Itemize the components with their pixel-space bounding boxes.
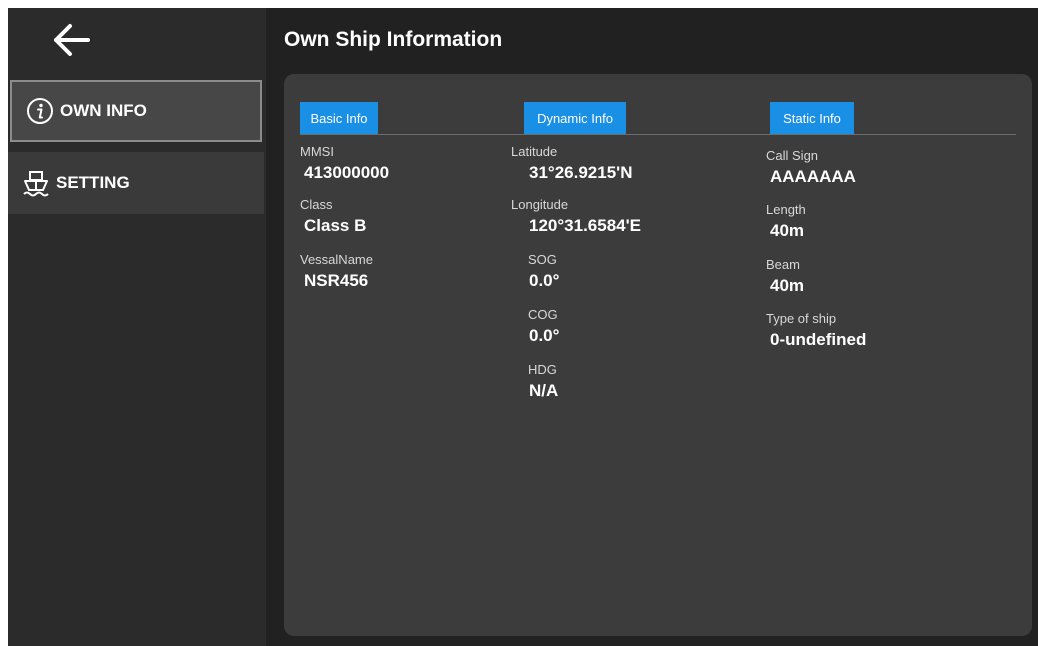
sidebar: OWN INFO SETTING xyxy=(8,8,266,646)
ship-type-field: Type of ship 0-undefined xyxy=(766,311,866,351)
field-label: VessalName xyxy=(300,252,373,267)
field-value: NSR456 xyxy=(304,271,369,290)
field-label: Call Sign xyxy=(766,148,819,163)
field-label: Length xyxy=(766,202,806,217)
field-value: 120°31.6584'E xyxy=(529,216,641,235)
field-value: 0-undefined xyxy=(770,330,867,349)
info-panel: Basic Info Dynamic Info Static Info MMSI… xyxy=(284,74,1032,636)
field-value: 413000000 xyxy=(304,163,390,182)
class-field: Class Class B xyxy=(300,197,366,237)
field-label: Latitude xyxy=(511,144,558,159)
page-title: Own Ship Information xyxy=(284,28,503,51)
field-value: 0.0° xyxy=(529,271,560,290)
sidebar-item-setting[interactable]: SETTING xyxy=(8,152,264,214)
mmsi-field: MMSI 413000000 xyxy=(300,144,389,184)
cog-field: COG 0.0° xyxy=(528,307,559,347)
field-value: 40m xyxy=(770,276,805,295)
sidebar-item-own-info[interactable]: OWN INFO xyxy=(10,80,262,142)
longitude-field: Longitude 120°31.6584'E xyxy=(511,197,641,237)
field-label: SOG xyxy=(528,252,557,267)
sidebar-item-label: OWN INFO xyxy=(60,101,147,120)
field-value: 40m xyxy=(770,221,805,240)
vessel-name-field: VessalName NSR456 xyxy=(300,252,373,292)
field-label: Class xyxy=(300,197,333,212)
field-value: AAAAAAA xyxy=(770,167,856,186)
beam-field: Beam 40m xyxy=(766,257,804,297)
field-value: 31°26.9215'N xyxy=(529,163,633,182)
field-label: COG xyxy=(528,307,558,322)
static-info-header: Static Info xyxy=(770,102,854,134)
field-value: 0.0° xyxy=(529,326,560,345)
length-field: Length 40m xyxy=(766,202,806,242)
call-sign-field: Call Sign AAAAAAA xyxy=(766,148,856,188)
basic-info-header: Basic Info xyxy=(300,102,378,134)
field-label: Beam xyxy=(766,257,800,272)
ship-icon xyxy=(22,169,50,197)
info-circle-icon xyxy=(26,97,54,125)
field-label: MMSI xyxy=(300,144,334,159)
hdg-field: HDG N/A xyxy=(528,362,558,402)
back-button[interactable] xyxy=(48,22,92,58)
field-label: HDG xyxy=(528,362,557,377)
field-label: Type of ship xyxy=(766,311,837,326)
sidebar-item-label: SETTING xyxy=(56,173,130,192)
field-value: Class B xyxy=(304,216,367,235)
header-divider xyxy=(300,134,1016,135)
dynamic-info-header: Dynamic Info xyxy=(524,102,626,134)
field-label: Longitude xyxy=(511,197,569,212)
field-value: N/A xyxy=(529,381,559,400)
arrow-left-icon xyxy=(54,24,90,56)
sog-field: SOG 0.0° xyxy=(528,252,559,292)
latitude-field: Latitude 31°26.9215'N xyxy=(511,144,632,184)
app-window: OWN INFO SETTING Own Ship Information Ba… xyxy=(8,8,1038,646)
